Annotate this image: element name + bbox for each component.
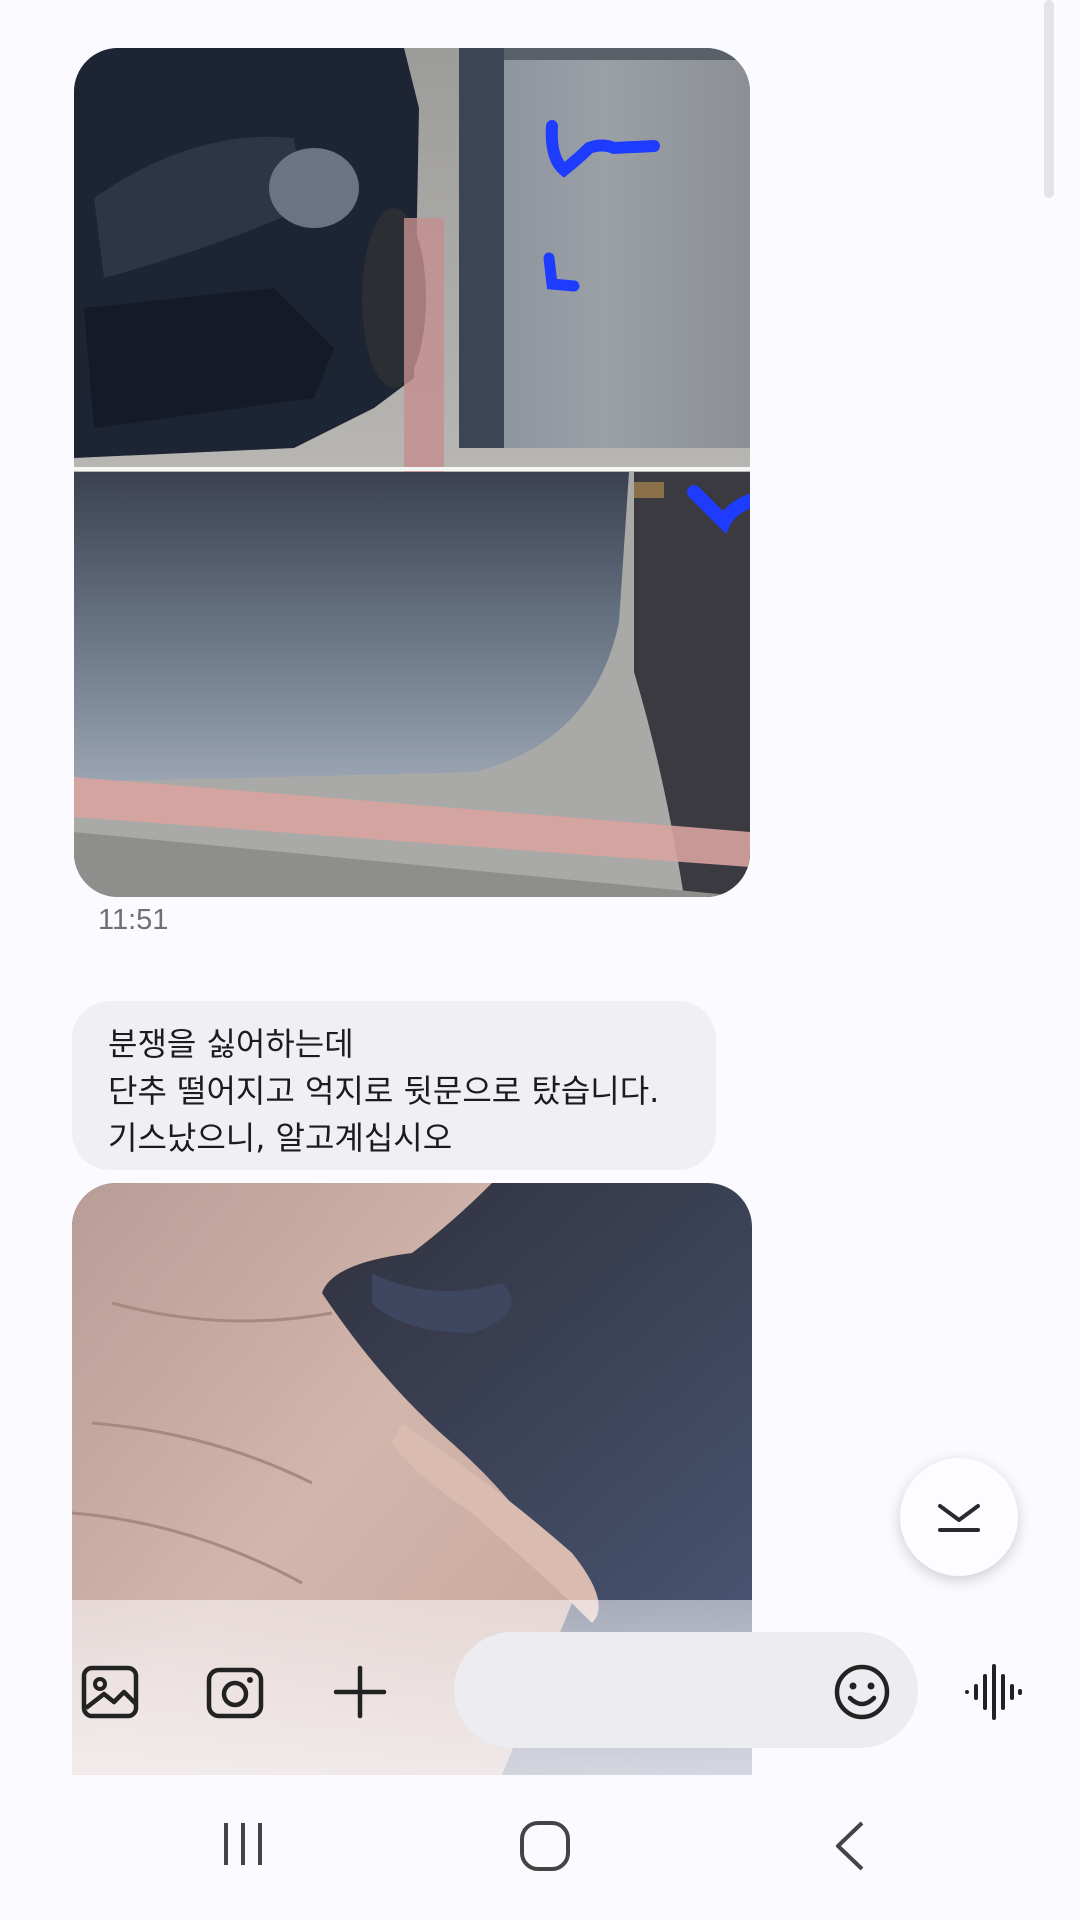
recents-icon[interactable]: [218, 1819, 268, 1869]
camera-icon[interactable]: [205, 1662, 265, 1722]
chevron-down-icon: [938, 1504, 980, 1532]
emoji-icon[interactable]: [832, 1662, 892, 1722]
home-icon[interactable]: [518, 1819, 572, 1873]
message-bubble[interactable]: 분쟁을 싫어하는데 단추 떨어지고 억지로 뒷문으로 탔습니다. 기스났으니, …: [72, 1001, 716, 1170]
voice-icon[interactable]: [963, 1662, 1023, 1722]
parking-photo-top: [74, 48, 750, 472]
parking-photo-bottom: [74, 472, 750, 897]
message-line: 단추 떨어지고 억지로 뒷문으로 탔습니다.: [108, 1072, 660, 1110]
message-image-parking[interactable]: [74, 48, 750, 897]
message-line: 분쟁을 싫어하는데: [108, 1025, 354, 1063]
message-composer: [0, 1600, 1080, 1775]
gallery-icon[interactable]: [80, 1662, 140, 1722]
message-line: 기스났으니, 알고계십시오: [108, 1119, 453, 1157]
scrollbar[interactable]: [1044, 0, 1054, 198]
scroll-to-bottom-button[interactable]: [900, 1458, 1018, 1576]
message-timestamp: 11:51: [98, 904, 169, 936]
plus-icon[interactable]: [330, 1662, 390, 1722]
system-navigation-bar: [0, 1775, 1080, 1920]
back-icon[interactable]: [830, 1819, 870, 1873]
